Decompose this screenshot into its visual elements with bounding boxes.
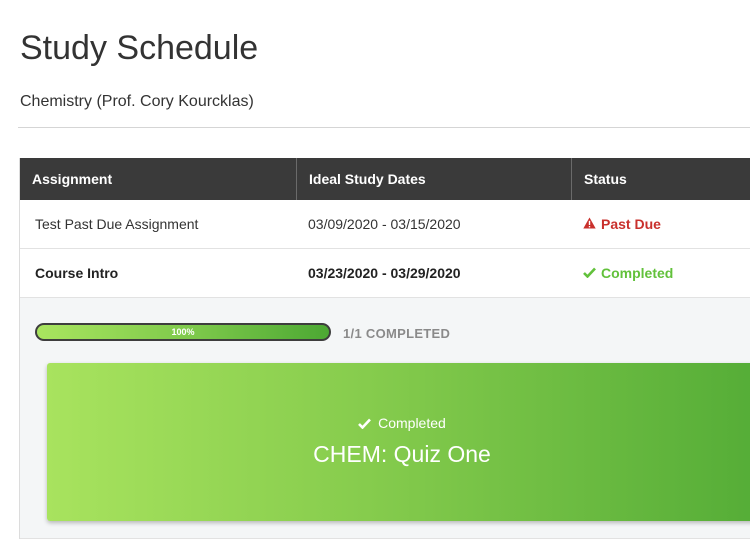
status-text: Past Due	[601, 216, 661, 232]
table-row[interactable]: Test Past Due Assignment 03/09/2020 - 03…	[20, 200, 750, 249]
status-badge: Past Due	[571, 200, 750, 248]
page-title: Study Schedule	[20, 29, 259, 67]
assignment-detail-panel: 100% 1/1 COMPLETED Completed CHEM: Quiz …	[20, 298, 750, 539]
column-header-dates: Ideal Study Dates	[296, 158, 571, 200]
warning-icon	[583, 217, 596, 232]
status-badge: Completed	[571, 249, 750, 297]
quiz-card[interactable]: Completed CHEM: Quiz One	[47, 363, 750, 521]
status-text: Completed	[601, 265, 674, 281]
progress-percent-label: 100%	[171, 327, 195, 337]
study-dates: 03/09/2020 - 03/15/2020	[308, 216, 461, 232]
column-header-status: Status	[571, 158, 750, 200]
check-icon	[358, 415, 378, 431]
column-header-assignment: Assignment	[32, 171, 113, 187]
quiz-status-text: Completed	[378, 415, 446, 431]
study-schedule-table: Assignment Ideal Study Dates Status Test…	[19, 158, 750, 539]
quiz-title: CHEM: Quiz One	[313, 441, 491, 467]
check-icon	[583, 266, 596, 281]
progress-fill: 100%	[37, 325, 329, 339]
table-row[interactable]: Course Intro 03/23/2020 - 03/29/2020 Com…	[20, 249, 750, 298]
course-subtitle: Chemistry (Prof. Cory Kourcklas)	[20, 93, 254, 110]
progress-bar: 100%	[35, 323, 331, 341]
assignment-name: Course Intro	[35, 265, 119, 281]
divider	[18, 127, 750, 128]
table-header: Assignment Ideal Study Dates Status	[20, 158, 750, 200]
quiz-status: Completed	[47, 415, 750, 431]
assignment-name: Test Past Due Assignment	[35, 216, 199, 232]
study-dates: 03/23/2020 - 03/29/2020	[308, 265, 461, 281]
progress-count: 1/1 COMPLETED	[343, 326, 451, 341]
